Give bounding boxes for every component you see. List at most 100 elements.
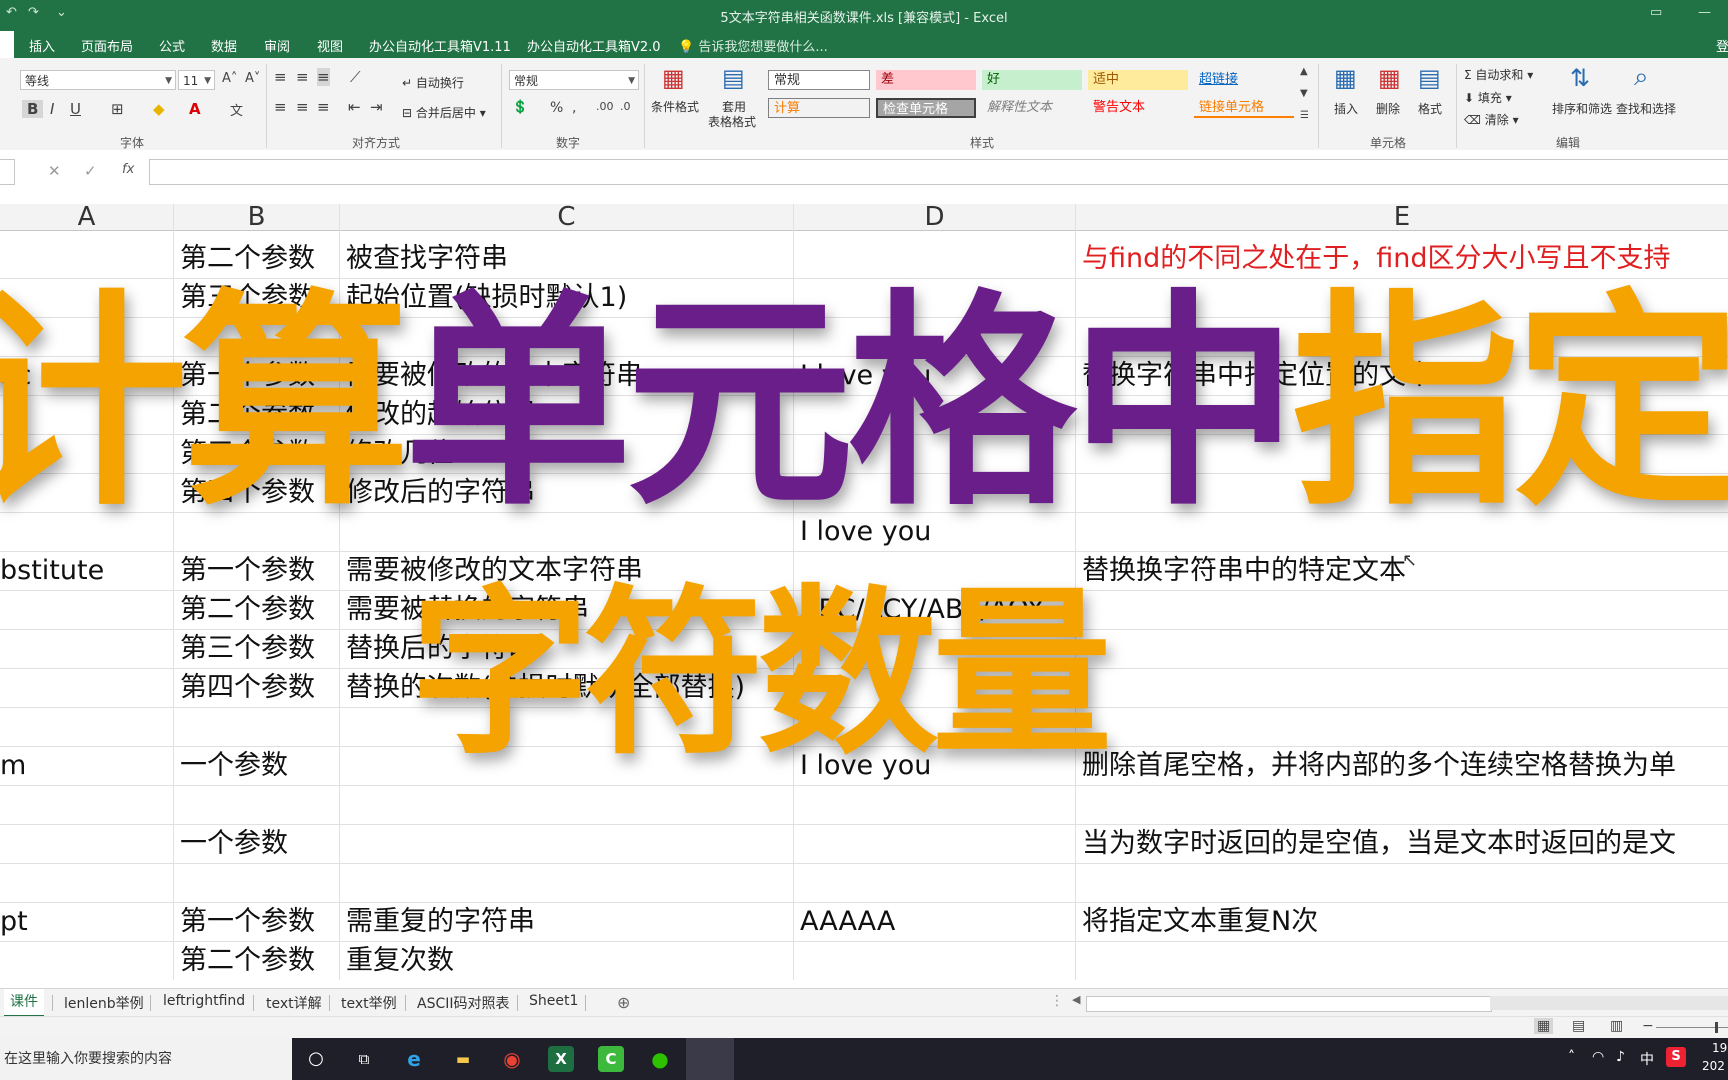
column-header-b[interactable]: B (174, 204, 340, 231)
taskbar-active-app[interactable] (686, 1038, 734, 1080)
increase-decimal-icon[interactable]: .00 (596, 100, 614, 113)
cell-b11[interactable]: 第三个参数 (180, 629, 315, 668)
table-format-icon[interactable]: ▤ (722, 64, 745, 92)
minimize-icon[interactable]: — (1698, 5, 1711, 20)
cell-a18[interactable]: pt (0, 902, 28, 941)
cell-b10[interactable]: 第二个参数 (180, 590, 315, 629)
cell-b14[interactable]: 一个参数 (180, 746, 288, 785)
increase-indent-icon[interactable]: ⇥ (370, 98, 383, 116)
sheet-tab-leftrightfind[interactable]: leftrightfind (163, 993, 245, 1009)
font-name-select[interactable]: 等线 ▼ (20, 70, 176, 90)
tab-toolbox-v20[interactable]: 办公自动化工具箱V2.0 (527, 36, 661, 55)
file-explorer-icon[interactable]: ▬ (450, 1046, 476, 1072)
chrome-icon[interactable]: ◉ (499, 1046, 525, 1072)
align-center-icon[interactable]: ≡ (296, 98, 309, 116)
find-select-icon[interactable]: ⌕ (1634, 62, 1649, 93)
cell-b16[interactable]: 一个参数 (180, 824, 288, 863)
styles-scroll-up-icon[interactable]: ▲ (1300, 66, 1308, 77)
column-header-a[interactable]: A (0, 204, 174, 231)
ribbon-display-icon[interactable]: ▭ (1650, 5, 1662, 20)
column-header-c[interactable]: C (340, 204, 794, 231)
italic-icon[interactable]: I (50, 100, 54, 118)
tab-page-layout[interactable]: 页面布局 (81, 36, 133, 55)
style-bad[interactable]: 差 (876, 70, 976, 90)
wrap-text-button[interactable]: ↵ 自动换行 (402, 74, 464, 91)
tab-toolbox-v111[interactable]: 办公自动化工具箱V1.11 (369, 36, 511, 55)
tab-split-handle-icon[interactable]: ⋮ (1050, 993, 1064, 1009)
cell-e16[interactable]: 当为数字时返回的是空值，当是文本时返回的是文 (1082, 824, 1676, 863)
style-linked-cell[interactable]: 链接单元格 (1194, 98, 1294, 118)
formula-input[interactable] (149, 159, 1728, 185)
sheet-tab-lenlenb[interactable]: lenlenb举例 (64, 993, 144, 1013)
style-calculation[interactable]: 计算 (768, 98, 870, 118)
cell-b19[interactable]: 第二个参数 (180, 941, 315, 980)
camtasia-icon[interactable]: C (598, 1046, 624, 1072)
currency-icon[interactable]: 💲 (512, 100, 528, 115)
increase-font-icon[interactable]: A˄ (222, 71, 237, 86)
fill-button[interactable]: ⬇ 填充 ▾ (1464, 89, 1512, 106)
autosum-button[interactable]: Σ 自动求和 ▾ (1464, 66, 1533, 83)
border-icon[interactable]: ⊞ (111, 100, 124, 118)
style-explanatory[interactable]: 解释性文本 (982, 98, 1082, 118)
decrease-decimal-icon[interactable]: .0 (620, 100, 631, 113)
cell-e9[interactable]: 替换换字符串中的特定文本 (1082, 551, 1406, 590)
sheet-tab-sheet1[interactable]: Sheet1 (529, 993, 578, 1009)
cortana-icon[interactable]: ○ (303, 1046, 329, 1072)
task-view-icon[interactable]: ⧉ (351, 1046, 377, 1072)
horizontal-scrollbar-track[interactable] (1490, 996, 1728, 1010)
phonetic-icon[interactable]: 文 (230, 100, 243, 119)
styles-more-icon[interactable]: ☰ (1300, 110, 1309, 121)
cell-c18[interactable]: 需重复的字符串 (346, 902, 535, 941)
sogou-input-icon[interactable]: S (1666, 1047, 1686, 1067)
cancel-icon[interactable]: ✕ (48, 162, 61, 180)
cell-c19[interactable]: 重复次数 (346, 941, 454, 980)
tab-data[interactable]: 数据 (211, 36, 237, 55)
font-size-select[interactable]: 11 ▼ (178, 70, 215, 90)
style-hyperlink[interactable]: 超链接 (1194, 70, 1294, 90)
cell-b12[interactable]: 第四个参数 (180, 668, 315, 707)
cell-e18[interactable]: 将指定文本重复N次 (1082, 902, 1318, 941)
align-left-icon[interactable]: ≡ (274, 98, 287, 116)
format-cells-icon[interactable]: ▤ (1418, 64, 1441, 92)
add-sheet-icon[interactable]: ⊕ (617, 993, 630, 1012)
decrease-font-icon[interactable]: A˅ (245, 71, 260, 86)
percent-icon[interactable]: % (550, 100, 563, 116)
sheet-tab-ascii[interactable]: ASCII码对照表 (417, 993, 510, 1013)
zoom-out-icon[interactable]: − (1642, 1018, 1654, 1034)
table-format-button-line2[interactable]: 表格格式 (708, 113, 756, 130)
style-warning[interactable]: 警告文本 (1088, 98, 1188, 118)
tray-expand-icon[interactable]: ˄ (1568, 1049, 1575, 1065)
sheet-tab-text-example[interactable]: text举例 (341, 993, 397, 1013)
find-select-button[interactable]: 查找和选择 (1616, 100, 1676, 117)
ime-indicator[interactable]: 中 (1640, 1049, 1654, 1069)
volume-icon[interactable]: ♪ (1616, 1049, 1625, 1065)
fill-color-icon[interactable]: ◆ (153, 100, 165, 118)
align-right-icon[interactable]: ≡ (317, 98, 330, 116)
scroll-left-icon[interactable]: ◀ (1072, 993, 1080, 1006)
sheet-tab-courseware[interactable]: 课件 (4, 989, 44, 1017)
page-layout-view-icon[interactable]: ▤ (1572, 1018, 1585, 1034)
cell-e14[interactable]: 删除首尾空格，并将内部的多个连续空格替换为单 (1082, 746, 1676, 785)
normal-view-icon[interactable]: ▦ (1534, 1018, 1554, 1034)
name-box[interactable] (0, 159, 15, 185)
tab-formulas[interactable]: 公式 (159, 36, 185, 55)
horizontal-scrollbar-thumb[interactable] (1086, 996, 1492, 1012)
excel-icon[interactable]: X (548, 1046, 574, 1072)
format-button[interactable]: 格式 (1418, 100, 1442, 117)
align-top-icon[interactable]: ≡ (274, 68, 287, 86)
style-normal[interactable]: 常规 (768, 70, 870, 90)
sort-filter-icon[interactable]: ⇅ (1570, 64, 1590, 92)
cell-b18[interactable]: 第一个参数 (180, 902, 315, 941)
merge-center-button[interactable]: ⊟ 合并后居中 ▾ (402, 104, 486, 121)
tab-view[interactable]: 视图 (317, 36, 343, 55)
comma-icon[interactable]: , (572, 100, 576, 116)
cell-a14[interactable]: m (0, 746, 26, 785)
number-format-select[interactable]: 常规 ▼ (509, 70, 639, 90)
conditional-format-button[interactable]: 条件格式 (651, 98, 699, 115)
style-check-cell[interactable]: 检查单元格 (876, 98, 976, 118)
clear-button[interactable]: ⌫ 清除 ▾ (1464, 111, 1519, 128)
account-label[interactable]: 登 (1716, 36, 1728, 55)
network-icon[interactable]: ◠ (1592, 1049, 1604, 1065)
cell-b9[interactable]: 第一个参数 (180, 551, 315, 590)
delete-cells-icon[interactable]: ▦ (1378, 64, 1401, 92)
